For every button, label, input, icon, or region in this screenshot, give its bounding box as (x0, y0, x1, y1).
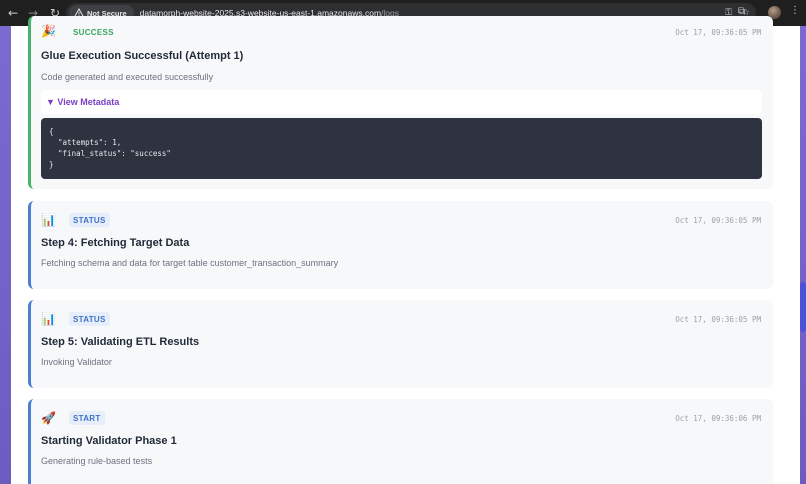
json-line: { (49, 127, 54, 136)
json-line: "attempts": 1, (49, 138, 122, 147)
back-arrow-icon[interactable]: ← (4, 4, 22, 22)
scrollbar-thumb[interactable] (800, 282, 806, 332)
json-line: "final_status": "success" (49, 149, 171, 158)
kebab-menu-icon[interactable]: ⋮ (790, 5, 800, 16)
log-timestamp: Oct 17, 09:36:06 PM (675, 414, 761, 423)
bar-chart-icon: 📊 (41, 312, 56, 326)
log-description: Generating rule-based tests (41, 456, 153, 466)
logs-panel: 🎉 SUCCESS Oct 17, 09:36:05 PM Glue Execu… (11, 16, 800, 484)
log-entry-start: 🚀 START Oct 17, 09:36:06 PM Starting Val… (28, 399, 773, 484)
log-description: Invoking Validator (41, 357, 112, 367)
view-metadata-toggle[interactable]: ▼ View Metadata (46, 97, 119, 107)
log-entry-success: 🎉 SUCCESS Oct 17, 09:36:05 PM Glue Execu… (28, 16, 773, 189)
log-description: Fetching schema and data for target tabl… (41, 258, 339, 268)
log-timestamp: Oct 17, 09:36:05 PM (675, 315, 761, 324)
status-badge: START (69, 411, 105, 425)
log-title: Step 5: Validating ETL Results (41, 336, 200, 348)
log-timestamp: Oct 17, 09:36:05 PM (675, 28, 761, 37)
page-background: 🎉 SUCCESS Oct 17, 09:36:05 PM Glue Execu… (0, 16, 806, 484)
rocket-icon: 🚀 (41, 411, 56, 425)
json-line: } (49, 160, 54, 169)
status-badge: SUCCESS (73, 27, 114, 37)
metadata-json: { "attempts": 1, "final_status": "succes… (41, 118, 762, 179)
log-entry-status: 📊 STATUS Oct 17, 09:36:05 PM Step 4: Fet… (28, 201, 773, 289)
status-badge: STATUS (69, 312, 110, 326)
log-title: Glue Execution Successful (Attempt 1) (41, 50, 244, 62)
metadata-container: ▼ View Metadata (41, 90, 762, 114)
party-popper-icon: 🎉 (41, 24, 56, 38)
status-badge: STATUS (69, 213, 110, 227)
log-title: Starting Validator Phase 1 (41, 435, 177, 447)
log-description: Code generated and executed successfully (41, 72, 214, 82)
log-entry-status: 📊 STATUS Oct 17, 09:36:05 PM Step 5: Val… (28, 300, 773, 388)
bar-chart-icon: 📊 (41, 213, 56, 227)
log-timestamp: Oct 17, 09:36:05 PM (675, 216, 761, 225)
log-title: Step 4: Fetching Target Data (41, 237, 190, 249)
